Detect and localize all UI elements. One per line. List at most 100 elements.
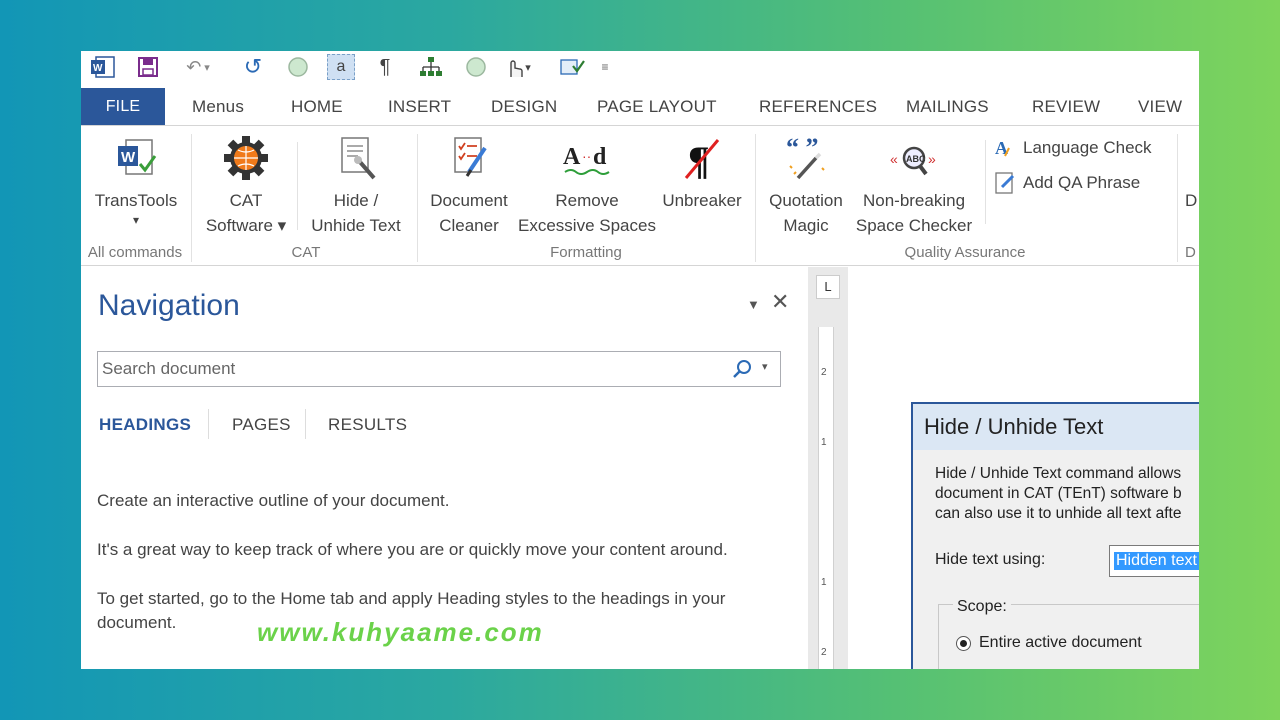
tab-mailings[interactable]: MAILINGS	[906, 88, 989, 125]
group-label-cat: CAT	[291, 244, 321, 261]
navigation-pane: Navigation ▼ ✕ ▾ HEADINGS PAGES RESULTS …	[81, 267, 808, 669]
undo-icon[interactable]: ↶ ▾	[179, 54, 217, 80]
gear-icon	[224, 136, 268, 180]
close-icon[interactable]: ✕	[771, 289, 789, 315]
tab-menus[interactable]: Menus	[192, 88, 244, 125]
search-input[interactable]	[102, 356, 712, 382]
remove-spaces-label-2: Excessive Spaces	[518, 216, 656, 235]
svg-text:A: A	[563, 144, 581, 170]
svg-text:W: W	[93, 63, 103, 74]
word-icon: W	[89, 54, 117, 80]
nbsp-checker-button[interactable]: « » ABC Non-breaking Space Checker	[851, 130, 977, 238]
circle-icon[interactable]	[463, 54, 489, 80]
quotation-magic-icon: “ ”	[786, 134, 825, 180]
ruler-mark: 1	[821, 437, 827, 448]
save-icon[interactable]	[135, 54, 161, 80]
hide-unhide-dialog: Hide / Unhide Text Hide / Unhide Text co…	[911, 402, 1199, 669]
tab-page-layout[interactable]: PAGE LAYOUT	[597, 88, 717, 125]
hide-method-value: Hidden text	[1114, 552, 1199, 570]
add-qa-phrase-label: Add QA Phrase	[1023, 173, 1141, 192]
tree-icon[interactable]	[417, 54, 445, 80]
remove-excessive-spaces-button[interactable]: A ·· d Remove Excessive Spaces	[517, 130, 657, 238]
transtools-label: TransTools	[94, 191, 178, 210]
tab-file[interactable]: FILE	[81, 88, 165, 125]
tab-pages[interactable]: PAGES	[232, 415, 291, 435]
magnifier-icon: « »ABC	[890, 146, 936, 176]
search-icon[interactable]	[732, 359, 752, 379]
ruler-mark: 1	[821, 577, 827, 588]
group-label-formatting: Formatting	[550, 244, 622, 261]
pane-options-icon[interactable]: ▼	[747, 297, 760, 312]
dialog-description-2: document in CAT (TEnT) software b	[935, 485, 1182, 502]
circle-icon[interactable]	[285, 54, 311, 80]
tab-headings[interactable]: HEADINGS	[99, 415, 191, 435]
a-icon[interactable]: a	[327, 54, 355, 80]
ribbon-tabs: FILE Menus HOME INSERT DESIGN PAGE LAYOU…	[81, 88, 1199, 125]
svg-text:«: «	[890, 151, 898, 167]
tab-view[interactable]: VIEW	[1138, 88, 1182, 125]
transtools-button[interactable]: W TransTools ▾	[87, 130, 185, 227]
tab-references[interactable]: REFERENCES	[759, 88, 877, 125]
svg-text:“ ”: “ ”	[786, 134, 819, 162]
cat-software-button[interactable]: CAT Software ▾	[199, 130, 293, 238]
hide-unhide-label-1: Hide /	[333, 191, 379, 210]
group-separator	[191, 134, 192, 262]
quotation-magic-button[interactable]: “ ” Quotation Magic	[761, 130, 851, 238]
svg-text:d: d	[593, 144, 607, 170]
ruler-mark: 2	[821, 647, 827, 658]
unbreaker-label: Unbreaker	[662, 191, 742, 210]
redo-icon[interactable]: ↺	[239, 54, 267, 80]
customize-icon[interactable]: ≡	[597, 54, 613, 80]
svg-text:»: »	[928, 151, 936, 167]
quick-access-toolbar: W ↶ ▾ ↺ a ¶ ▾ ≡	[81, 51, 1199, 84]
entire-document-label[interactable]: Entire active document	[979, 634, 1142, 652]
group-separator	[1177, 134, 1178, 262]
tab-home[interactable]: HOME	[291, 88, 343, 125]
language-check-button[interactable]: A Language Check	[993, 134, 1152, 162]
hide-text-icon	[341, 137, 376, 180]
hide-method-select[interactable]: Hidden text	[1109, 545, 1199, 577]
tab-insert[interactable]: INSERT	[388, 88, 451, 125]
transtools-icon: W	[118, 139, 157, 175]
add-phrase-icon	[995, 172, 1015, 194]
button-separator	[297, 142, 298, 230]
word-window: W ↶ ▾ ↺ a ¶ ▾ ≡ FILE Menus HOME INSERT DE…	[81, 51, 1199, 669]
entire-document-radio[interactable]	[956, 636, 971, 651]
chevron-down-icon[interactable]: ▾	[762, 360, 768, 373]
tab-selector-icon[interactable]: L	[816, 275, 840, 299]
pilcrow-icon[interactable]: ¶	[373, 54, 397, 80]
dialog-description-3: can also use it to unhide all text afte	[935, 505, 1182, 522]
cat-software-label-2: Software ▾	[205, 216, 287, 235]
nbsp-checker-label-2: Space Checker	[855, 216, 973, 235]
document-cleaner-icon	[454, 137, 487, 177]
hide-unhide-label-2: Unhide Text	[311, 216, 401, 235]
document-cleaner-label-2: Cleaner	[439, 216, 499, 235]
tab-results[interactable]: RESULTS	[328, 415, 407, 435]
tab-design[interactable]: DESIGN	[491, 88, 557, 125]
search-box[interactable]: ▾	[97, 351, 781, 387]
ruler-mark: 2	[821, 367, 827, 378]
language-check-icon: A	[995, 138, 1010, 158]
navigation-title: Navigation	[98, 289, 240, 322]
add-qa-phrase-button[interactable]: Add QA Phrase	[993, 169, 1140, 197]
next-group-button[interactable]: D	[1185, 188, 1199, 213]
vertical-ruler: 2 1 1 2	[818, 327, 834, 669]
document-cleaner-button[interactable]: Document Cleaner	[423, 130, 515, 238]
tab-divider	[208, 409, 209, 439]
quotation-magic-label-2: Magic	[783, 216, 829, 235]
touch-icon[interactable]: ▾	[497, 54, 537, 80]
group-label-quality-assurance: Quality Assurance	[904, 244, 1026, 261]
remove-spaces-icon: A ·· d	[563, 144, 610, 175]
language-check-label: Language Check	[1023, 138, 1152, 157]
svg-text:W: W	[121, 149, 136, 166]
quotation-magic-label-1: Quotation	[769, 191, 843, 210]
tab-review[interactable]: REVIEW	[1032, 88, 1100, 125]
hide-unhide-text-button[interactable]: Hide / Unhide Text	[303, 130, 409, 238]
hide-using-label: Hide text using:	[935, 551, 1046, 568]
svg-text:ABC: ABC	[906, 154, 926, 164]
unbreaker-button[interactable]: ¶ Unbreaker	[657, 130, 747, 213]
button-separator	[985, 140, 986, 224]
check-icon[interactable]	[557, 54, 587, 80]
group-separator	[417, 134, 418, 262]
ribbon: W TransTools ▾ All commands CAT Software…	[81, 125, 1199, 266]
